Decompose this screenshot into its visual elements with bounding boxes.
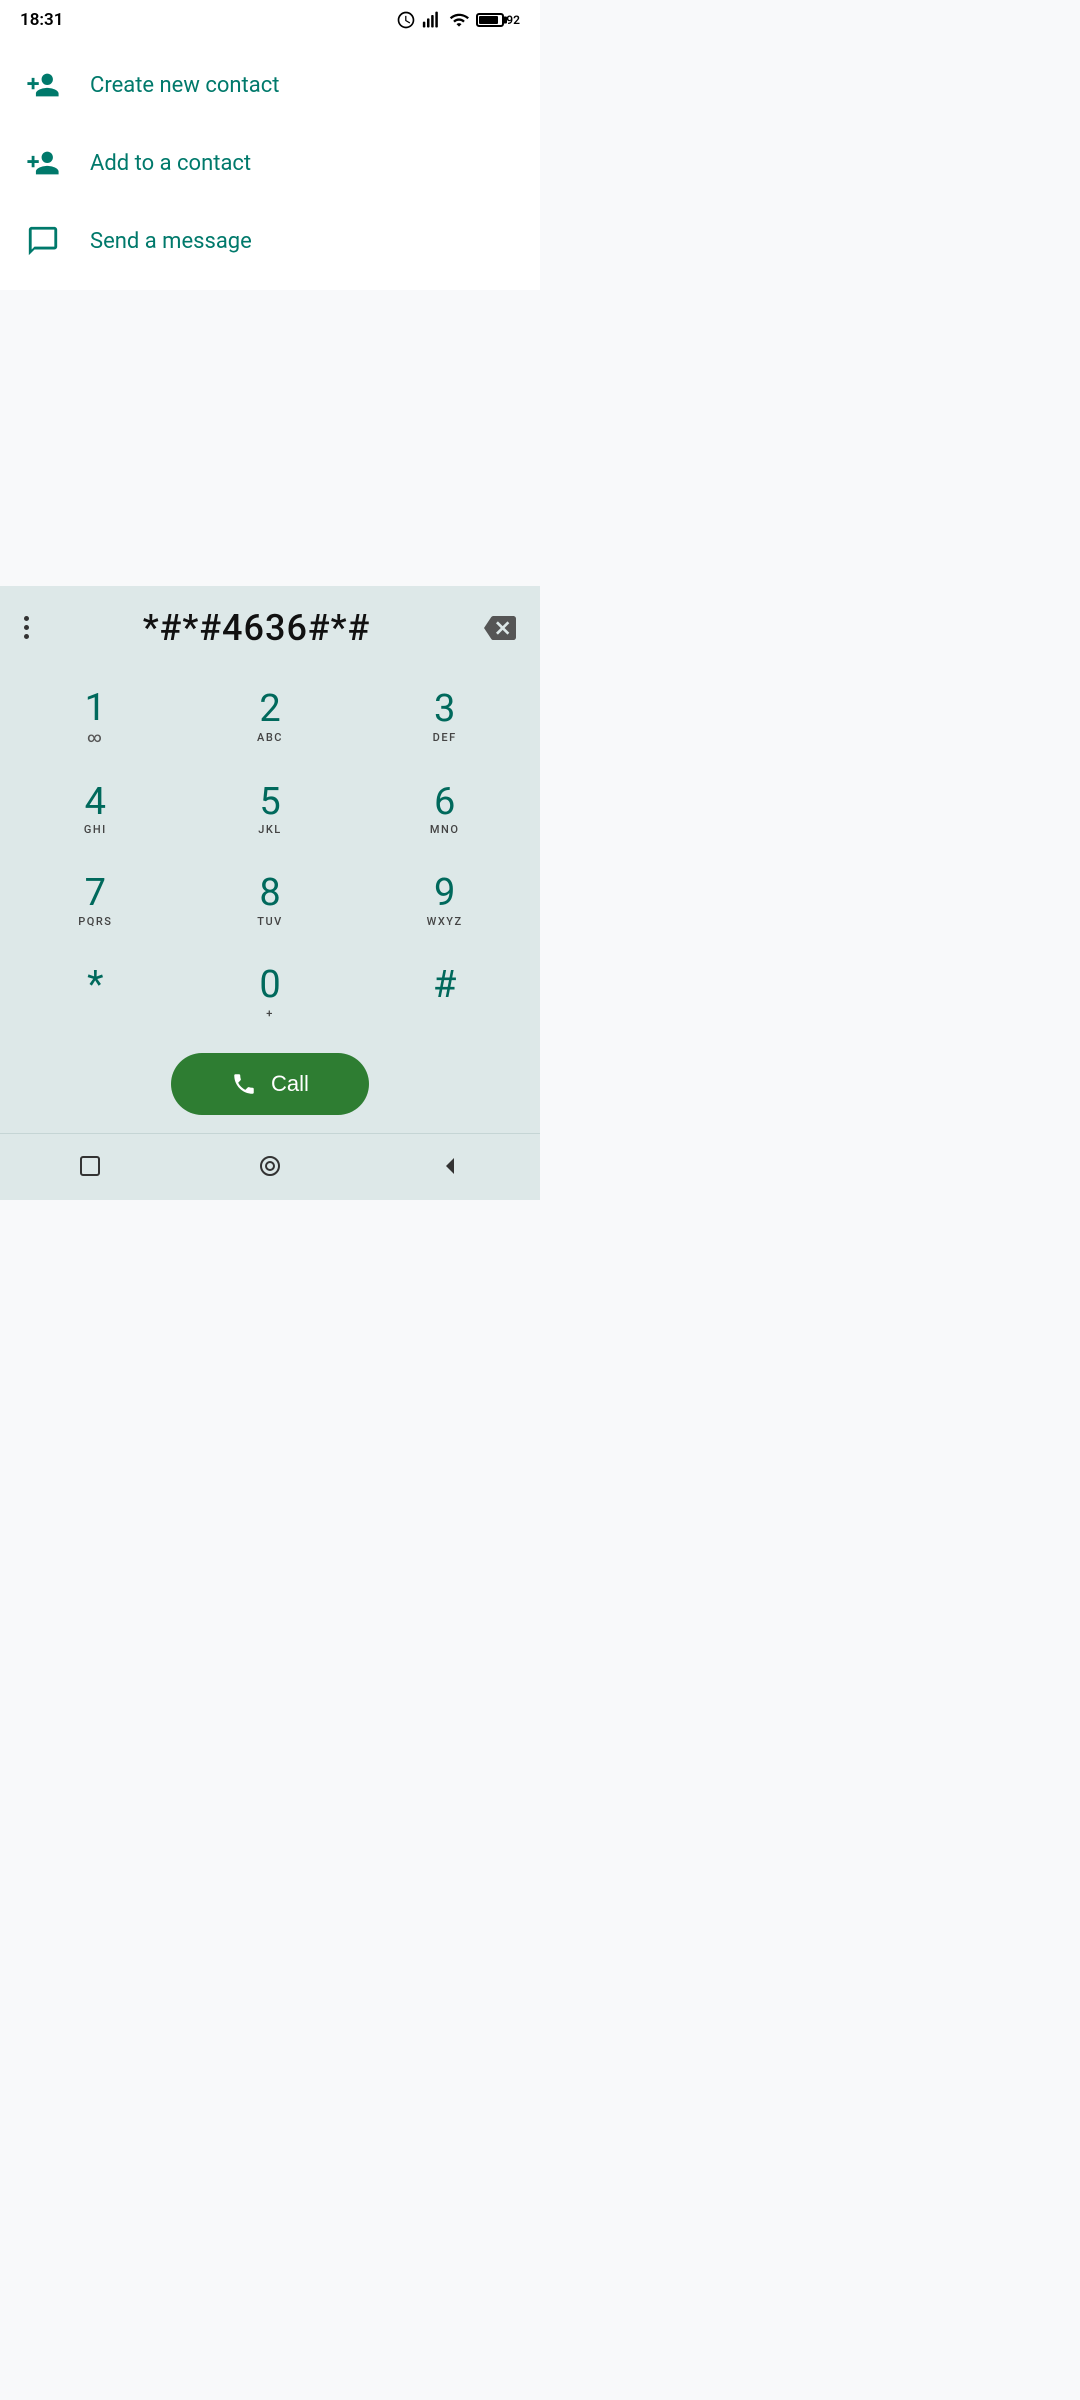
phone-icon	[231, 1071, 257, 1097]
dial-key-7[interactable]: 7 PQRS	[8, 855, 183, 947]
dial-key-3[interactable]: 3 DEF	[357, 670, 532, 764]
nav-circle-button[interactable]	[234, 1146, 306, 1186]
dial-number-7: 7	[85, 873, 106, 915]
signal-icon	[422, 10, 442, 30]
dial-key-8[interactable]: 8 TUV	[183, 855, 358, 947]
dot-1	[24, 616, 29, 621]
status-time: 18:31	[20, 10, 63, 30]
dial-sub-8: TUV	[257, 915, 283, 929]
create-new-contact-label: Create new contact	[90, 73, 279, 98]
dial-sub-2: ABC	[257, 731, 283, 745]
person-add-icon-2	[24, 146, 62, 180]
dial-number-6: 6	[434, 782, 455, 824]
send-message-item[interactable]: Send a message	[0, 202, 540, 280]
dial-key-star[interactable]: *	[8, 947, 183, 1039]
dialpad-header: *#*#4636#*#	[0, 586, 540, 670]
battery-indicator: 92	[476, 13, 520, 27]
call-button-row: Call	[0, 1039, 540, 1133]
dialpad-grid: 1 ∞ 2 ABC 3 DEF 4 GHI 5 JKL 6 MNO 7	[0, 670, 540, 1039]
dial-key-hash[interactable]: #	[357, 947, 532, 1039]
square-icon	[78, 1154, 102, 1178]
call-button-label: Call	[271, 1071, 309, 1097]
dial-sub-6: MNO	[430, 823, 460, 837]
dial-sub-9: WXYZ	[427, 915, 463, 929]
dial-number-8: 8	[259, 873, 280, 915]
dial-key-4[interactable]: 4 GHI	[8, 764, 183, 856]
nav-square-button[interactable]	[54, 1146, 126, 1186]
dial-number-star: *	[87, 965, 103, 1007]
message-icon	[24, 224, 62, 258]
status-icons: 92	[396, 10, 520, 30]
dial-number-hash: #	[433, 965, 456, 1007]
dial-key-9[interactable]: 9 WXYZ	[357, 855, 532, 947]
dial-sub-4: GHI	[84, 823, 107, 837]
dial-number-1: 1	[85, 688, 106, 730]
alarm-icon	[396, 10, 416, 30]
dial-sub-7: PQRS	[78, 915, 112, 929]
dialpad-menu-button[interactable]	[16, 608, 37, 647]
dot-3	[24, 634, 29, 639]
back-icon	[438, 1154, 462, 1178]
backspace-button[interactable]	[476, 604, 524, 652]
dialpad-section: *#*#4636#*# 1 ∞ 2 ABC 3 DEF 4 GHI	[0, 586, 540, 1200]
menu-section: Create new contact Add to a contact Send…	[0, 36, 540, 290]
call-button[interactable]: Call	[171, 1053, 369, 1115]
dial-sub-5: JKL	[258, 823, 282, 837]
bottom-nav	[0, 1133, 540, 1200]
dial-number-3: 3	[434, 689, 455, 731]
send-message-label: Send a message	[90, 229, 252, 254]
add-to-contact-item[interactable]: Add to a contact	[0, 124, 540, 202]
dial-key-0[interactable]: 0 +	[183, 947, 358, 1039]
dial-sub-0: +	[266, 1007, 274, 1021]
dial-number-9: 9	[434, 873, 455, 915]
wifi-icon	[448, 10, 470, 30]
dial-number-0: 0	[259, 965, 280, 1007]
add-to-contact-label: Add to a contact	[90, 151, 251, 176]
dot-2	[24, 625, 29, 630]
dialpad-display: *#*#4636#*#	[45, 607, 468, 649]
dial-sub-1: ∞	[87, 730, 103, 746]
create-new-contact-item[interactable]: Create new contact	[0, 46, 540, 124]
dial-number-4: 4	[85, 782, 106, 824]
dial-number-5: 5	[259, 782, 280, 824]
dial-number-2: 2	[259, 689, 280, 731]
battery-percent: 92	[506, 13, 520, 27]
home-circle-icon	[258, 1154, 282, 1178]
dial-key-5[interactable]: 5 JKL	[183, 764, 358, 856]
dial-key-2[interactable]: 2 ABC	[183, 670, 358, 764]
person-add-icon-1	[24, 68, 62, 102]
status-bar: 18:31 92	[0, 0, 540, 36]
dial-key-6[interactable]: 6 MNO	[357, 764, 532, 856]
dial-key-1[interactable]: 1 ∞	[8, 670, 183, 764]
nav-back-button[interactable]	[414, 1146, 486, 1186]
dial-sub-3: DEF	[433, 731, 457, 745]
